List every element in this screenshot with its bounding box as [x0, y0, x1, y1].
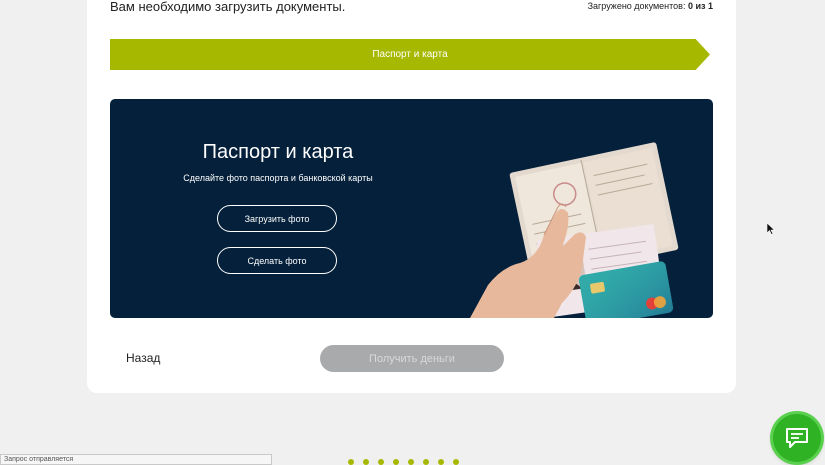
page-title: Вам необходимо загрузить документы. — [110, 0, 346, 14]
chat-icon — [786, 428, 808, 448]
upload-panel-title: Паспорт и карта — [202, 141, 354, 163]
get-money-button[interactable]: Получить деньги — [320, 345, 504, 372]
loading-dot — [423, 459, 429, 465]
documents-counter: Загружено документов: 0 из 1 — [588, 1, 713, 11]
passport-card-hand-illustration — [470, 142, 679, 318]
step-label: Паспорт и карта — [372, 49, 448, 60]
loading-dot — [438, 459, 444, 465]
loading-dots — [348, 459, 459, 465]
browser-status-bar: Запрос отправляется — [0, 454, 272, 465]
upload-photo-button[interactable]: Загрузить фото — [217, 205, 337, 232]
loading-dot — [453, 459, 459, 465]
upload-panel: Паспорт и карта Сделайте фото паспорта и… — [110, 99, 713, 318]
loading-dot — [393, 459, 399, 465]
loading-dot — [408, 459, 414, 465]
back-button[interactable]: Назад — [126, 351, 160, 365]
mouse-cursor-icon — [767, 223, 775, 235]
documents-counter-label: Загружено документов: — [587, 1, 688, 11]
step-passport-card: Паспорт и карта — [110, 39, 710, 70]
take-photo-button[interactable]: Сделать фото — [217, 247, 337, 274]
loading-dot — [378, 459, 384, 465]
loading-dot — [363, 459, 369, 465]
documents-counter-value: 0 из 1 — [687, 1, 713, 11]
chat-widget-button[interactable] — [773, 414, 821, 462]
loading-dot — [348, 459, 354, 465]
upload-panel-subtitle: Сделайте фото паспорта и банковской карт… — [183, 173, 373, 183]
